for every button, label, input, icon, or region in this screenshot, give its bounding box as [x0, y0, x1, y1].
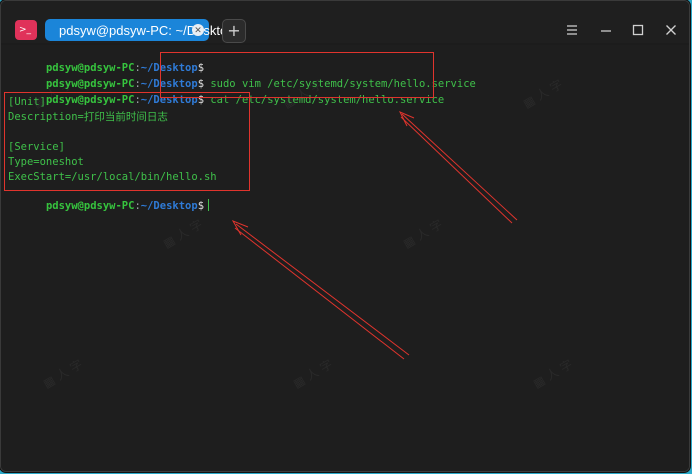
terminal-icon: >_ — [15, 20, 37, 40]
prompt-dollar: $ — [197, 200, 205, 212]
watermark: ▦ 人 字 — [290, 357, 335, 391]
prompt-user-host: pdsyw@pdsyw-PC — [45, 200, 135, 212]
prompt-line: pdsyw@pdsyw-PC:~/Desktop$ — [8, 185, 210, 227]
watermark: ▦ 人 字 — [40, 357, 85, 391]
tab-close-icon[interactable]: ✕ — [192, 24, 204, 36]
title-bar: >_ pdsyw@pdsyw-PC: ~/Desktop ✕ + — [1, 1, 689, 43]
tab-label: pdsyw@pdsyw-PC: ~/Desktop — [59, 22, 235, 38]
watermark: ▦ 人 字 — [520, 77, 565, 111]
minimize-icon[interactable] — [597, 21, 615, 39]
text-cursor — [208, 199, 210, 211]
close-icon[interactable] — [662, 21, 680, 39]
tab-desktop[interactable]: pdsyw@pdsyw-PC: ~/Desktop ✕ — [45, 19, 234, 41]
maximize-icon[interactable] — [629, 21, 647, 39]
prompt-path: ~/Desktop — [140, 200, 198, 212]
watermark: ▦ 人 字 — [400, 217, 445, 251]
annotation-box-output — [4, 92, 250, 191]
new-tab-button[interactable]: + — [222, 19, 246, 43]
watermark: ▦ 人 字 — [530, 357, 575, 391]
menu-icon[interactable] — [563, 21, 581, 39]
